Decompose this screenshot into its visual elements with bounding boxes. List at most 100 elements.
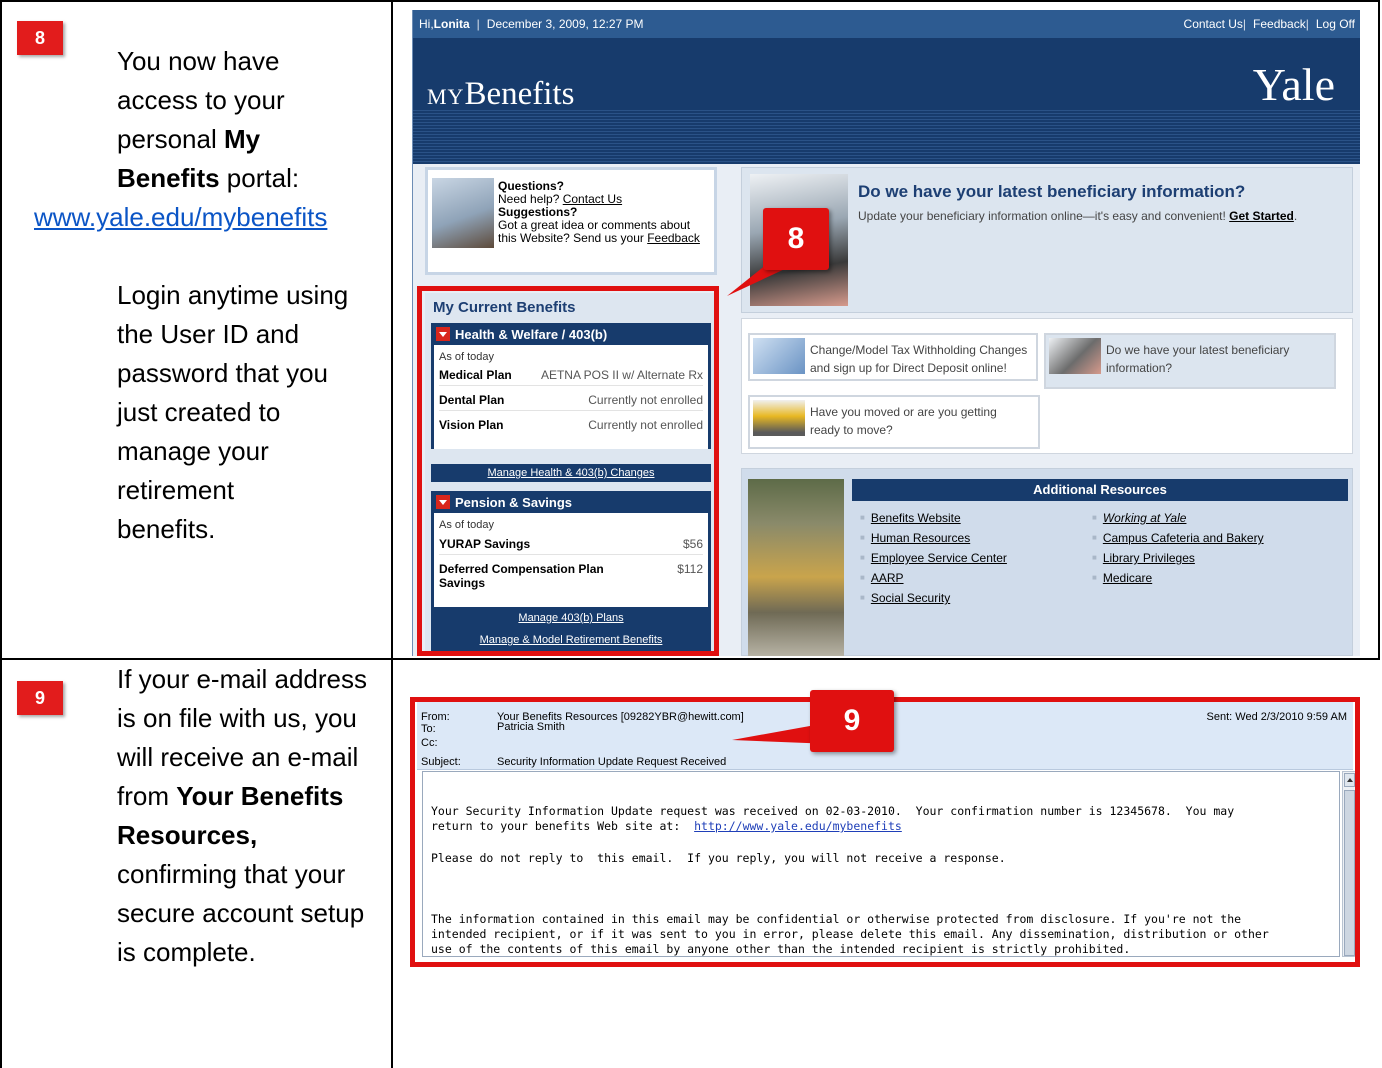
- step-9-text-part: from: [117, 781, 177, 811]
- help-desk-photo: [432, 178, 494, 248]
- resource-label[interactable]: Library Privileges: [1103, 551, 1195, 565]
- log-off-link[interactable]: Log Off: [1316, 17, 1355, 31]
- user-name: Lonita: [433, 17, 470, 31]
- tile-beneficiary[interactable]: Do we have your latest beneficiary inform…: [1044, 333, 1336, 389]
- additional-resources-panel: Additional Resources Benefits Website Hu…: [741, 468, 1353, 656]
- resources-col-1: Benefits Website Human Resources Employe…: [860, 511, 1007, 611]
- step-8-badge: 8: [17, 21, 63, 55]
- step-8-bold: My: [223, 124, 261, 154]
- mybenefits-logo: MYBenefits: [427, 76, 574, 113]
- table-border-top: [0, 0, 1380, 2]
- period: .: [1293, 209, 1298, 223]
- yale-logo: Yale: [1252, 59, 1335, 110]
- step-9-line: is complete.: [117, 937, 256, 967]
- additional-resources-title: Additional Resources: [852, 479, 1348, 501]
- step-8-line: personal My: [117, 120, 299, 159]
- resource-label[interactable]: Social Security: [871, 591, 950, 605]
- tile-moving[interactable]: Have you moved or are you getting ready t…: [748, 395, 1040, 449]
- step-8-login-line: just created to: [117, 397, 281, 427]
- tile-line: Have you moved or are you getting: [810, 405, 997, 419]
- step-9-line: If your e-mail address: [117, 664, 367, 694]
- tile-text: Do we have your latest beneficiary inform…: [1106, 341, 1289, 377]
- feedback-link[interactable]: Feedback: [1253, 17, 1306, 31]
- truck-icon: [753, 400, 805, 436]
- step-9-line: from Your Benefits: [117, 777, 367, 816]
- resource-label[interactable]: Human Resources: [871, 531, 970, 545]
- portal-topbar: Hi, Lonita | December 3, 2009, 12:27 PM …: [413, 10, 1360, 38]
- resource-label[interactable]: Medicare: [1103, 571, 1152, 585]
- banner-stripes: [413, 108, 1360, 164]
- beneficiary-title: Do we have your latest beneficiary infor…: [858, 182, 1246, 201]
- resource-label[interactable]: Employee Service Center: [871, 551, 1007, 565]
- tile-text: Have you moved or are you getting ready t…: [810, 403, 997, 439]
- questions-title: Questions?: [498, 179, 565, 193]
- highlight-box-benefits: [417, 286, 719, 656]
- suggestions-title: Suggestions?: [498, 205, 578, 219]
- beneficiary-desc: Update your beneficiary information onli…: [858, 209, 1297, 223]
- step-8-line: Benefits portal:: [117, 159, 299, 198]
- logo-my: MY: [427, 84, 465, 109]
- resources-col-2: Working at Yale Campus Cafeteria and Bak…: [1092, 511, 1264, 591]
- separator: |: [1305, 17, 1309, 31]
- step-9-bold: Resources,: [117, 820, 258, 850]
- help-contact-us-link[interactable]: Contact Us: [563, 192, 622, 206]
- resource-link[interactable]: Employee Service Center: [860, 551, 1007, 571]
- tile-line: and sign up for Direct Deposit online!: [810, 361, 1007, 375]
- yale-gate-photo: [748, 479, 844, 656]
- get-started-link[interactable]: Get Started: [1229, 209, 1294, 223]
- help-text: Questions? Need help? Contact Us Suggest…: [498, 180, 700, 245]
- tile-text: Change/Model Tax Withholding Changes and …: [810, 341, 1027, 377]
- resource-label[interactable]: Working at Yale: [1103, 511, 1187, 525]
- table-divider: [391, 0, 393, 1068]
- step-8-text-part: portal:: [219, 163, 300, 193]
- help-feedback-link[interactable]: Feedback: [647, 231, 700, 245]
- step-9-badge: 9: [17, 681, 63, 715]
- tile-line: ready to move?: [810, 423, 893, 437]
- mybenefits-link[interactable]: www.yale.edu/mybenefits: [34, 202, 327, 232]
- greeting-text: Hi,: [419, 17, 434, 31]
- resource-link[interactable]: Medicare: [1092, 571, 1264, 591]
- mybenefits-portal-screenshot: Hi, Lonita | December 3, 2009, 12:27 PM …: [412, 10, 1360, 656]
- resource-label[interactable]: AARP: [871, 571, 904, 585]
- help-box: Questions? Need help? Contact Us Suggest…: [425, 167, 717, 275]
- tile-line: Do we have your latest beneficiary: [1106, 343, 1290, 357]
- tile-tax-withholding[interactable]: Change/Model Tax Withholding Changes and …: [748, 333, 1038, 381]
- resource-link[interactable]: Human Resources: [860, 531, 1007, 551]
- portal-banner: MYBenefits Yale: [413, 38, 1360, 164]
- step-9-line: secure account setup: [117, 898, 365, 928]
- logo-benefits: Benefits: [464, 76, 575, 112]
- table-border-left: [0, 0, 2, 1068]
- tile-line: information?: [1106, 361, 1173, 375]
- resource-link[interactable]: AARP: [860, 571, 1007, 591]
- step-8-line: access to your: [117, 85, 285, 115]
- resource-link[interactable]: Library Privileges: [1092, 551, 1264, 571]
- suggestions-text-2: this Website? Send us your: [498, 231, 648, 245]
- calculator-icon: [753, 338, 805, 374]
- resource-link[interactable]: Social Security: [860, 591, 1007, 611]
- callout-8: 8: [763, 208, 829, 270]
- hands-icon: [1049, 338, 1101, 374]
- step-8-text: You now have access to your personal My …: [117, 42, 299, 198]
- resource-link[interactable]: Benefits Website: [860, 511, 1007, 531]
- questions-text: Need help?: [498, 192, 563, 206]
- step-8-login-line: manage your: [117, 436, 269, 466]
- resource-label[interactable]: Campus Cafeteria and Bakery: [1103, 531, 1264, 545]
- instruction-table: 8 You now have access to your personal M…: [0, 0, 1382, 1068]
- callout-9: 9: [810, 690, 894, 752]
- step-8-line: You now have: [117, 46, 280, 76]
- resource-link[interactable]: Working at Yale: [1092, 511, 1264, 531]
- separator: |: [1242, 17, 1247, 31]
- mybenefits-link-row: www.yale.edu/mybenefits: [34, 198, 327, 237]
- contact-us-link[interactable]: Contact Us: [1184, 17, 1243, 31]
- step-8-bold: Benefits: [117, 163, 220, 193]
- step-9-line: Resources,: [117, 816, 367, 855]
- tile-line: Change/Model Tax Withholding Changes: [810, 343, 1028, 357]
- step-8-login-line: Login anytime using: [117, 280, 349, 310]
- step-9-bold: Your Benefits: [176, 781, 344, 811]
- datetime: December 3, 2009, 12:27 PM: [486, 17, 644, 31]
- resource-link[interactable]: Campus Cafeteria and Bakery: [1092, 531, 1264, 551]
- resource-label[interactable]: Benefits Website: [871, 511, 961, 525]
- topbar-links: Contact Us | Feedback | Log Off: [1184, 17, 1355, 31]
- separator: |: [476, 17, 480, 31]
- step-8-login-line: the User ID and: [117, 319, 300, 349]
